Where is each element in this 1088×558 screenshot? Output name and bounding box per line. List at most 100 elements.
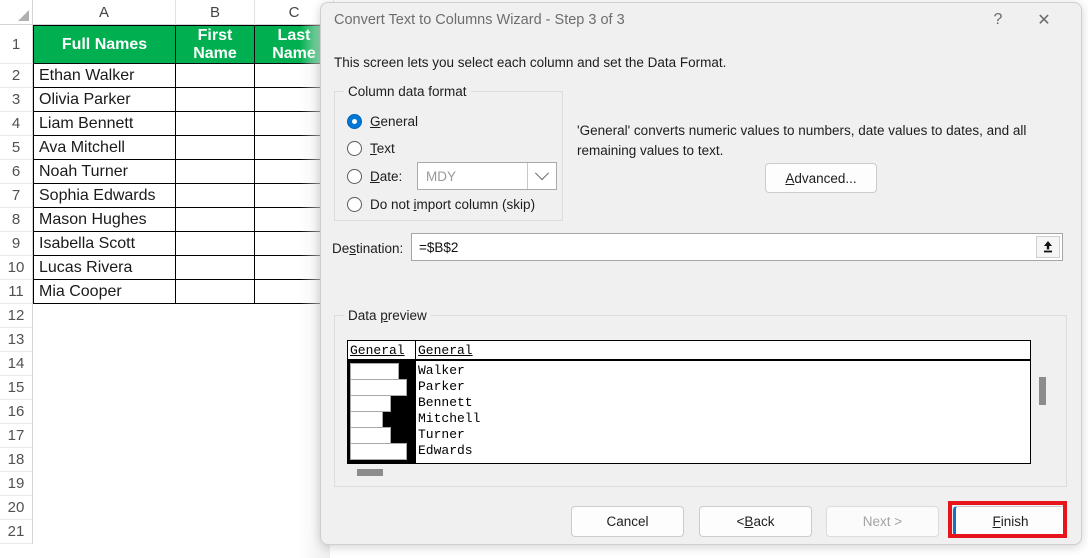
row-header-19[interactable]: 19 — [0, 472, 33, 496]
cell-b4[interactable] — [176, 112, 255, 136]
radio-date[interactable]: Date: — [347, 169, 402, 184]
cancel-button[interactable]: Cancel — [571, 506, 684, 537]
back-button-accel: B — [744, 514, 754, 529]
cell-b10[interactable] — [176, 256, 255, 280]
row-header-18[interactable]: 18 — [0, 448, 33, 472]
cell-b2[interactable] — [176, 64, 255, 88]
row-header-5[interactable]: 5 — [0, 136, 33, 160]
row-header-6[interactable]: 6 — [0, 160, 33, 184]
cell-b9[interactable] — [176, 232, 255, 256]
data-preview-vertical-scrollbar[interactable] — [1039, 377, 1046, 405]
destination-input[interactable]: =$B$2 — [411, 233, 1063, 261]
column-header-a[interactable]: A — [33, 0, 176, 25]
preview-cell-r3c2: Bennett — [418, 395, 473, 410]
advanced-button[interactable]: Advanced... — [765, 163, 877, 193]
preview-cell-r5c2: Turner — [418, 427, 465, 442]
cell-a6[interactable]: Noah Turner — [33, 160, 176, 184]
help-icon[interactable]: ? — [981, 7, 1015, 33]
chevron-down-icon[interactable] — [527, 163, 556, 189]
cell-b8[interactable] — [176, 208, 255, 232]
cell-b1[interactable]: First Name — [176, 25, 255, 64]
radio-general[interactable]: General — [347, 114, 418, 129]
row-header-1[interactable]: 1 — [0, 25, 33, 64]
finish-button[interactable]: Finish — [953, 506, 1066, 537]
row-header-13[interactable]: 13 — [0, 328, 33, 352]
cell-b7[interactable] — [176, 184, 255, 208]
cell-a9[interactable]: Isabella Scott — [33, 232, 176, 256]
radio-do-not-import[interactable]: Do not import column (skip) — [347, 197, 535, 212]
row-header-2[interactable]: 2 — [0, 64, 33, 88]
cell-b5[interactable] — [176, 136, 255, 160]
collapse-dialog-icon[interactable] — [1036, 236, 1060, 258]
row-header-11[interactable]: 11 — [0, 280, 33, 304]
data-preview-horizontal-scrollbar[interactable] — [357, 469, 383, 476]
back-button[interactable]: < Back — [699, 506, 812, 537]
row-header-8[interactable]: 8 — [0, 208, 33, 232]
preview-cell-r3c1: Liam — [350, 395, 392, 412]
back-button-pre: < — [736, 514, 745, 529]
row-header-3[interactable]: 3 — [0, 88, 33, 112]
select-all-corner[interactable] — [0, 0, 33, 25]
data-preview-legend-pre: Data — [348, 308, 381, 323]
radio-do-not-import-rest: mport column (skip) — [416, 197, 536, 212]
data-preview-table[interactable]: General General Ethan Walker Olivia Park… — [347, 340, 1031, 464]
cell-a10[interactable]: Lucas Rivera — [33, 256, 176, 280]
cell-b1-line1: First — [197, 26, 233, 44]
cell-a11[interactable]: Mia Cooper — [33, 280, 176, 304]
data-preview-header-col2[interactable]: General — [418, 343, 473, 358]
cell-a5[interactable]: Ava Mitchell — [33, 136, 176, 160]
row-header-9[interactable]: 9 — [0, 232, 33, 256]
select-all-triangle-icon — [18, 10, 29, 21]
preview-cell-r1c1: Ethan — [350, 363, 400, 380]
row-header-14[interactable]: 14 — [0, 352, 33, 376]
radio-text-label: Text — [370, 141, 395, 156]
cell-a2[interactable]: Ethan Walker — [33, 64, 176, 88]
row-header-7[interactable]: 7 — [0, 184, 33, 208]
radio-text-accel: T — [370, 141, 377, 156]
row-header-20[interactable]: 20 — [0, 496, 33, 520]
date-format-select[interactable]: MDY — [417, 162, 557, 190]
cell-b3[interactable] — [176, 88, 255, 112]
cell-c1-line2: Name — [272, 44, 316, 62]
preview-cell-r5c1: Noah — [350, 427, 392, 444]
cell-a7[interactable]: Sophia Edwards — [33, 184, 176, 208]
row-header-15[interactable]: 15 — [0, 376, 33, 400]
row-header-16[interactable]: 16 — [0, 400, 33, 424]
data-preview-legend-accel: p — [380, 308, 388, 323]
data-preview-column-divider — [415, 341, 416, 463]
radio-do-not-import-pre: Do not — [370, 197, 414, 212]
column-data-format-legend: Column data format — [344, 84, 471, 99]
radio-do-not-import-label: Do not import column (skip) — [370, 197, 535, 212]
row-header-12[interactable]: 12 — [0, 304, 33, 328]
close-icon[interactable]: ✕ — [1027, 7, 1061, 33]
cell-b6[interactable] — [176, 160, 255, 184]
dialog-titlebar[interactable]: Convert Text to Columns Wizard - Step 3 … — [321, 3, 1081, 37]
preview-cell-r1c2: Walker — [418, 363, 465, 378]
radio-general-indicator — [347, 114, 362, 129]
radio-text[interactable]: Text — [347, 141, 395, 156]
row-header-10[interactable]: 10 — [0, 256, 33, 280]
cell-a4[interactable]: Liam Bennett — [33, 112, 176, 136]
cell-b1-line2: Name — [193, 44, 237, 62]
row-header-21[interactable]: 21 — [0, 520, 33, 544]
row-header-4[interactable]: 4 — [0, 112, 33, 136]
cell-a8[interactable]: Mason Hughes — [33, 208, 176, 232]
radio-general-rest: eneral — [380, 114, 419, 129]
cell-c1-line1: Last — [277, 26, 311, 44]
advanced-button-accel: A — [785, 170, 795, 186]
radio-date-accel: D — [370, 169, 380, 184]
column-header-b[interactable]: B — [176, 0, 255, 25]
preview-cell-r4c2: Mitchell — [418, 411, 481, 426]
date-format-value: MDY — [426, 168, 456, 184]
radio-date-label: Date: — [370, 169, 402, 184]
cell-a3[interactable]: Olivia Parker — [33, 88, 176, 112]
radio-text-rest: ext — [376, 141, 395, 156]
finish-button-rest: inish — [1000, 514, 1029, 529]
cell-b11[interactable] — [176, 280, 255, 304]
data-preview-header-col1[interactable]: General — [350, 343, 405, 358]
data-preview-legend: Data preview — [344, 308, 431, 323]
row-header-17[interactable]: 17 — [0, 424, 33, 448]
preview-cell-r6c2: Edwards — [418, 443, 473, 458]
data-preview-legend-rest: review — [387, 308, 427, 323]
cell-a1[interactable]: Full Names — [33, 25, 176, 64]
